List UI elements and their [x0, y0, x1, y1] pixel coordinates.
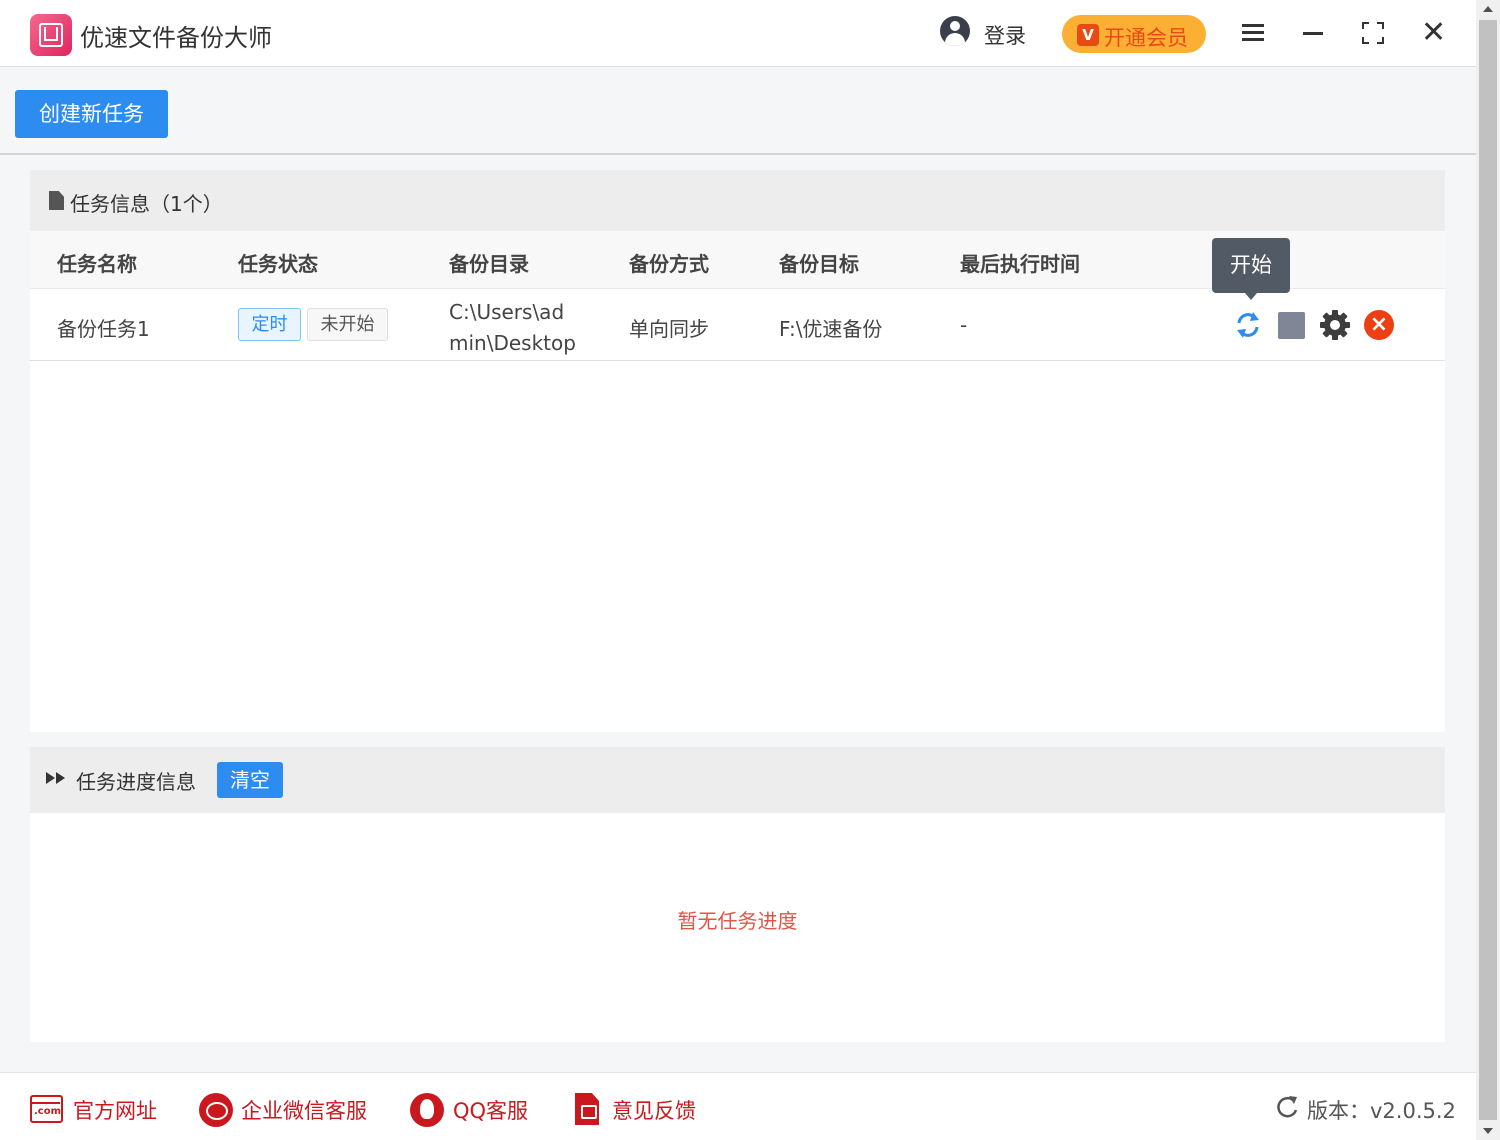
- table-row[interactable]: 备份任务1 定时 未开始 C:\Users\admin\Desktop 单向同步…: [30, 289, 1445, 361]
- pdf-icon: [575, 1093, 599, 1125]
- vip-label: 开通会员: [1104, 26, 1188, 50]
- source-directory: C:\Users\admin\Desktop: [449, 300, 576, 355]
- maximize-icon[interactable]: [1362, 22, 1384, 44]
- version-label: 版本：v2.0.5.2: [1307, 1099, 1456, 1123]
- footer-link-website[interactable]: .com 官方网址: [30, 1093, 160, 1125]
- footer-link-label: 意见反馈: [612, 1099, 696, 1123]
- footer-link-label: 官方网址: [73, 1099, 157, 1123]
- footer-link-feedback[interactable]: 意见反馈: [575, 1093, 705, 1125]
- stop-icon[interactable]: [1278, 312, 1305, 339]
- footer-link-label: QQ客服: [453, 1099, 529, 1123]
- qq-icon: [410, 1093, 444, 1127]
- schedule-tag: 定时: [238, 308, 301, 341]
- com-icon: .com: [30, 1095, 63, 1123]
- task-name: 备份任务1: [57, 317, 150, 341]
- gear-icon[interactable]: [1319, 309, 1351, 341]
- task-panel-header: 任务信息（1个）: [30, 170, 1445, 231]
- empty-progress-message: 暂无任务进度: [677, 909, 798, 933]
- app-logo-icon: [30, 14, 72, 56]
- scroll-down-arrow-icon[interactable]: [1483, 1128, 1493, 1134]
- column-header-last-run: 最后执行时间: [960, 252, 1080, 276]
- column-header-name: 任务名称: [57, 252, 137, 276]
- vip-icon: V: [1077, 24, 1099, 46]
- app-title: 优速文件备份大师: [80, 24, 272, 52]
- wechat-icon: [199, 1093, 233, 1127]
- task-info-panel: 任务信息（1个） 任务名称 任务状态 备份目录 备份方式 备份目标 最后执行时间…: [30, 170, 1445, 732]
- tooltip: 开始: [1212, 238, 1290, 300]
- create-task-button[interactable]: 创建新任务: [15, 90, 168, 138]
- column-header-target: 备份目标: [779, 252, 859, 276]
- footer-link-label: 企业微信客服: [241, 1099, 367, 1123]
- progress-panel-header: 任务进度信息 清空: [30, 747, 1445, 813]
- status-badge: 未开始: [307, 308, 388, 341]
- footer-link-qq[interactable]: QQ客服: [410, 1093, 535, 1127]
- close-icon[interactable]: ✕: [1421, 18, 1446, 48]
- column-header-mode: 备份方式: [629, 252, 709, 276]
- document-icon: [49, 191, 64, 210]
- scroll-up-arrow-icon[interactable]: [1483, 6, 1493, 12]
- progress-panel-title: 任务进度信息: [76, 770, 196, 794]
- footer-link-wechat[interactable]: 企业微信客服: [199, 1093, 374, 1127]
- column-header-source: 备份目录: [449, 252, 529, 276]
- update-icon[interactable]: [1274, 1094, 1300, 1120]
- backup-mode: 单向同步: [629, 317, 709, 341]
- vip-button[interactable]: V 开通会员: [1062, 15, 1206, 53]
- task-panel-title: 任务信息（1个）: [70, 192, 223, 216]
- vertical-scrollbar[interactable]: [1476, 0, 1500, 1140]
- progress-panel: 任务进度信息 清空 暂无任务进度: [30, 747, 1445, 1042]
- last-run-time: -: [960, 313, 968, 337]
- footer: .com 官方网址 企业微信客服 QQ客服 意见反馈 版本：v2.0.5.2: [0, 1072, 1476, 1140]
- menu-icon[interactable]: [1242, 24, 1264, 42]
- scrollbar-thumb[interactable]: [1479, 20, 1497, 1120]
- clear-button[interactable]: 清空: [217, 762, 283, 798]
- user-icon[interactable]: [940, 16, 970, 46]
- column-header-status: 任务状态: [238, 252, 318, 276]
- backup-target: F:\优速备份: [779, 317, 883, 341]
- minimize-icon[interactable]: [1303, 32, 1323, 35]
- refresh-icon[interactable]: [1234, 309, 1262, 341]
- login-button[interactable]: 登录: [984, 20, 1026, 50]
- title-bar: 优速文件备份大师 登录 V 开通会员 ✕: [0, 0, 1476, 67]
- fast-forward-icon: [46, 772, 68, 786]
- toolbar-divider: [0, 153, 1476, 155]
- delete-icon[interactable]: ×: [1364, 310, 1394, 340]
